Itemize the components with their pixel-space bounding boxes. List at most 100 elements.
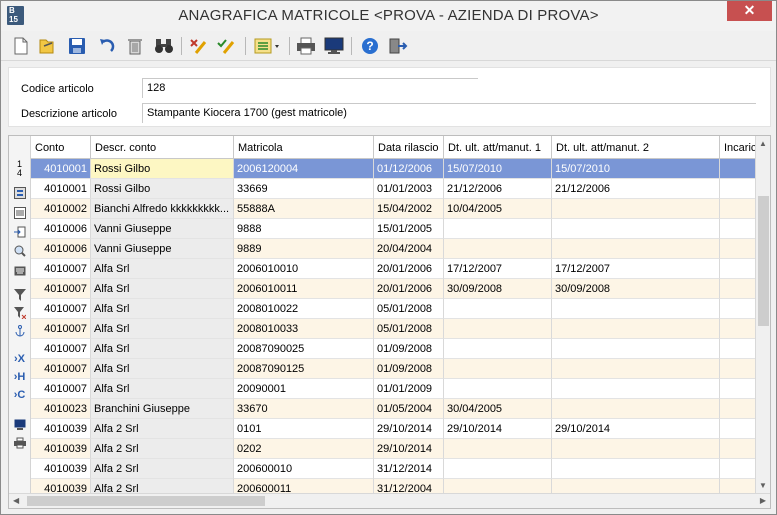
cell-data-rilascio[interactable]: 05/01/2008 [374,299,444,319]
cell-descr-conto[interactable]: Alfa Srl [91,319,234,339]
cell-descr-conto[interactable]: Rossi Gilbo [91,159,234,179]
column-header-data-rilascio[interactable]: Data rilascio [374,136,444,159]
cell-data-rilascio[interactable]: 01/09/2008 [374,339,444,359]
cell-matricola[interactable]: 200600011 [234,479,374,493]
horizontal-scrollbar[interactable]: ◀ ▶ [9,493,770,508]
zoom-icon[interactable] [12,244,27,258]
cell-data-rilascio[interactable]: 01/12/2006 [374,159,444,179]
cell-conto[interactable]: 4010007 [31,379,91,399]
cell-data-rilascio[interactable]: 01/09/2008 [374,359,444,379]
cell-dt-ult-manut-2[interactable] [552,399,720,419]
cell-data-rilascio[interactable]: 01/01/2003 [374,179,444,199]
scroll-up-icon[interactable]: ▲ [759,139,767,148]
cell-dt-ult-manut-1[interactable]: 21/12/2006 [444,179,552,199]
cell-data-rilascio[interactable]: 31/12/2014 [374,459,444,479]
cell-dt-ult-manut-1[interactable]: 29/10/2014 [444,419,552,439]
help-icon[interactable]: ? [359,35,381,57]
cell-incaricato[interactable] [720,339,756,359]
cell-matricola[interactable]: 2008010022 [234,299,374,319]
grid-print-icon[interactable] [12,436,27,450]
cell-dt-ult-manut-1[interactable]: 10/04/2005 [444,199,552,219]
cell-matricola[interactable]: 2008010033 [234,319,374,339]
cell-dt-ult-manut-2[interactable] [552,339,720,359]
cell-incaricato[interactable] [720,219,756,239]
cell-dt-ult-manut-2[interactable] [552,359,720,379]
cell-descr-conto[interactable]: Vanni Giuseppe [91,219,234,239]
form-view-icon[interactable] [12,186,27,200]
cell-incaricato[interactable] [720,159,756,179]
cell-dt-ult-manut-2[interactable] [552,299,720,319]
cell-descr-conto[interactable]: Alfa Srl [91,299,234,319]
table-row[interactable]: 4010007 Alfa Srl 2008010033 05/01/2008 [31,319,756,339]
cell-dt-ult-manut-2[interactable] [552,199,720,219]
cell-conto[interactable]: 4010007 [31,299,91,319]
cell-descr-conto[interactable]: Bianchi Alfredo kkkkkkkkk... [91,199,234,219]
column-header-matricola[interactable]: Matricola [234,136,374,159]
insert-row-icon[interactable] [12,225,27,239]
edit-check-icon[interactable] [215,35,237,57]
cell-dt-ult-manut-2[interactable]: 29/10/2014 [552,419,720,439]
cell-incaricato[interactable] [720,179,756,199]
table-row[interactable]: 4010007 Alfa Srl 2006010010 20/01/2006 17/12… [31,259,756,279]
cell-matricola[interactable]: 2006010011 [234,279,374,299]
cell-incaricato[interactable] [720,319,756,339]
cell-descr-conto[interactable]: Alfa 2 Srl [91,479,234,493]
list-options-icon[interactable] [253,35,283,57]
cell-dt-ult-manut-2[interactable] [552,379,720,399]
cell-incaricato[interactable] [720,379,756,399]
cell-data-rilascio[interactable]: 20/04/2004 [374,239,444,259]
cell-matricola[interactable]: 33669 [234,179,374,199]
cell-data-rilascio[interactable]: 15/04/2002 [374,199,444,219]
table-row[interactable]: 4010002 Bianchi Alfredo kkkkkkkkk... 55888… [31,199,756,219]
table-row[interactable]: 4010007 Alfa Srl 20090001 01/01/2009 [31,379,756,399]
cell-matricola[interactable]: 200600010 [234,459,374,479]
cell-dt-ult-manut-1[interactable]: 30/04/2005 [444,399,552,419]
cell-matricola[interactable]: 2006010010 [234,259,374,279]
table-row[interactable]: 4010007 Alfa Srl 2006010011 20/01/2006 30/09… [31,279,756,299]
scroll-right-icon[interactable]: ▶ [760,496,766,505]
vertical-scroll-thumb[interactable] [758,196,769,326]
cell-data-rilascio[interactable]: 29/10/2014 [374,419,444,439]
cell-descr-conto[interactable]: Alfa Srl [91,339,234,359]
table-row[interactable]: 4010007 Alfa Srl 20087090025 01/09/2008 [31,339,756,359]
cell-conto[interactable]: 4010023 [31,399,91,419]
cell-data-rilascio[interactable]: 31/12/2004 [374,479,444,493]
table-row[interactable]: 4010039 Alfa 2 Srl 200600010 31/12/2014 [31,459,756,479]
cell-dt-ult-manut-1[interactable] [444,479,552,493]
table-row[interactable]: 4010001 Rossi Gilbo 33669 01/01/2003 21/12/2… [31,179,756,199]
vertical-scrollbar[interactable]: ▲ ▼ [755,136,770,493]
table-row[interactable]: 4010039 Alfa 2 Srl 0101 29/10/2014 29/10/201… [31,419,756,439]
cell-dt-ult-manut-1[interactable] [444,339,552,359]
list-view-icon[interactable] [12,206,27,220]
cell-conto[interactable]: 4010039 [31,459,91,479]
column-header-incaricato[interactable]: Incaric [720,136,756,159]
cell-dt-ult-manut-1[interactable] [444,299,552,319]
table-row[interactable]: 4010039 Alfa 2 Srl 0202 29/10/2014 [31,439,756,459]
cell-dt-ult-manut-2[interactable] [552,319,720,339]
cell-conto[interactable]: 4010039 [31,439,91,459]
filter-remove-icon[interactable] [12,306,27,320]
column-header-dt-ult-manut-2[interactable]: Dt. ult. att/manut. 2 [552,136,720,159]
cell-incaricato[interactable] [720,279,756,299]
cell-dt-ult-manut-2[interactable] [552,479,720,493]
open-icon[interactable] [36,35,58,57]
cell-conto[interactable]: 4010006 [31,239,91,259]
cell-conto[interactable]: 4010001 [31,179,91,199]
cell-conto[interactable]: 4010007 [31,339,91,359]
descrizione-articolo-field[interactable]: Stampante Kiocera 1700 (gest matricole) [142,103,756,123]
column-header-conto[interactable]: Conto [31,136,91,159]
cell-data-rilascio[interactable]: 15/01/2005 [374,219,444,239]
scroll-left-icon[interactable]: ◀ [13,496,19,505]
cell-conto[interactable]: 4010007 [31,359,91,379]
cell-conto[interactable]: 4010039 [31,419,91,439]
export-html-icon[interactable]: ›H [12,370,27,384]
cell-conto[interactable]: 4010002 [31,199,91,219]
cell-conto[interactable]: 4010001 [31,159,91,179]
cell-conto[interactable]: 4010006 [31,219,91,239]
table-row[interactable]: 4010023 Branchini Giuseppe 33670 01/05/2004… [31,399,756,419]
cell-descr-conto[interactable]: Alfa Srl [91,279,234,299]
cell-dt-ult-manut-2[interactable]: 21/12/2006 [552,179,720,199]
cell-data-rilascio[interactable]: 01/05/2004 [374,399,444,419]
cell-dt-ult-manut-2[interactable] [552,439,720,459]
cell-dt-ult-manut-1[interactable]: 15/07/2010 [444,159,552,179]
